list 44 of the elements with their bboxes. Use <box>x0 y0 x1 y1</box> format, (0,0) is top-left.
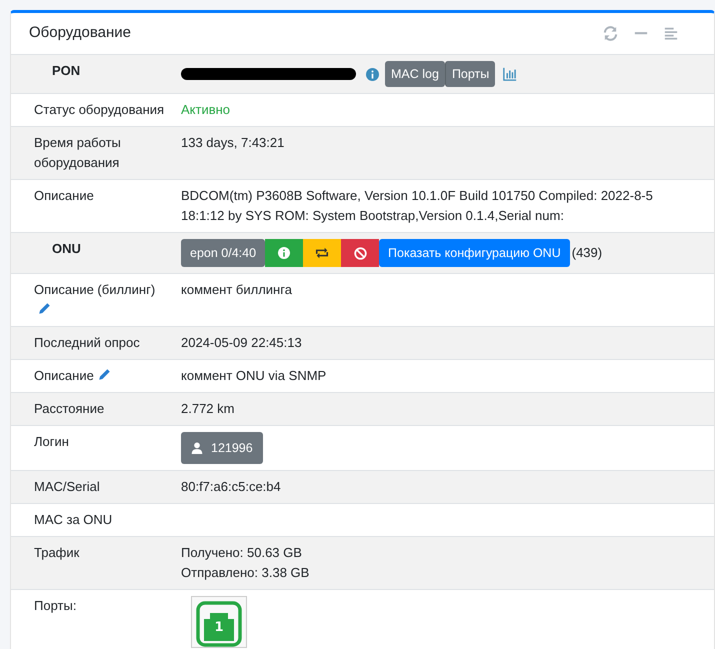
user-icon <box>191 442 203 454</box>
value-text: 2024-05-09 22:45:13 <box>181 334 303 352</box>
row-label: Расстояние <box>34 401 104 416</box>
row-label: ONU <box>52 241 81 256</box>
value-text: коммент ONU via SNMP <box>181 367 328 385</box>
card-title: Оборудование <box>29 23 132 44</box>
description-text: BDCOM(tm) P3608B Software, Version 10.1.0F Build 101750 Compiled: 2022-8-5 18:1:12 by SYS ROM: System Bootstrap,Version 0.1.4,Serial num: <box>181 188 653 223</box>
value-text: Отправлено: 3.38 GB <box>181 564 310 582</box>
chart-icon[interactable] <box>503 67 518 81</box>
row-label: Описание <box>34 368 111 383</box>
row-label: MAC/Serial <box>34 479 100 494</box>
value-text: коммент биллинга <box>181 281 293 299</box>
ports-button[interactable]: Порты <box>444 61 496 87</box>
repeat-icon <box>315 246 330 260</box>
info-icon <box>278 247 290 259</box>
mac-log-button[interactable]: MAC log <box>385 61 445 87</box>
row-label: Описание <box>34 188 94 203</box>
show-config-button[interactable]: Показать конфигурацию ONU <box>379 239 570 267</box>
repeat-button[interactable] <box>303 239 342 267</box>
row-label: Порты: <box>34 598 76 613</box>
menu-icon[interactable] <box>664 26 678 40</box>
value-text: 80:f7:a6:c5:ce:b4 <box>181 478 282 496</box>
row-label: Последний опрос <box>34 335 140 350</box>
info-icon[interactable] <box>366 68 379 80</box>
row-label: Логин <box>34 434 69 449</box>
row-label: Трафик <box>34 545 80 560</box>
row-label: Статус оборудования <box>34 102 164 117</box>
value-text: Получено: 50.63 GB <box>181 544 303 562</box>
count-text: (439) <box>572 244 602 262</box>
block-button[interactable] <box>341 239 380 267</box>
row-label: PON <box>52 63 80 78</box>
edit-icon[interactable] <box>38 302 51 315</box>
ban-icon <box>354 246 367 260</box>
value-text: 2.772 km <box>181 400 236 418</box>
login-button[interactable]: 121996 <box>181 432 263 464</box>
row-label: Описание (биллинг) <box>34 282 156 317</box>
value-text: 133 days, 7:43:21 <box>181 134 286 152</box>
row-label: Время работы оборудования <box>34 135 121 170</box>
ethernet-port-icon[interactable]: 1 <box>196 601 242 647</box>
refresh-icon[interactable] <box>603 26 618 41</box>
port-button[interactable]: epon 0/4:40 <box>181 239 266 267</box>
row-label: MAC за ONU <box>34 512 112 527</box>
edit-icon[interactable] <box>98 368 111 381</box>
status-text: Активно <box>181 102 230 117</box>
